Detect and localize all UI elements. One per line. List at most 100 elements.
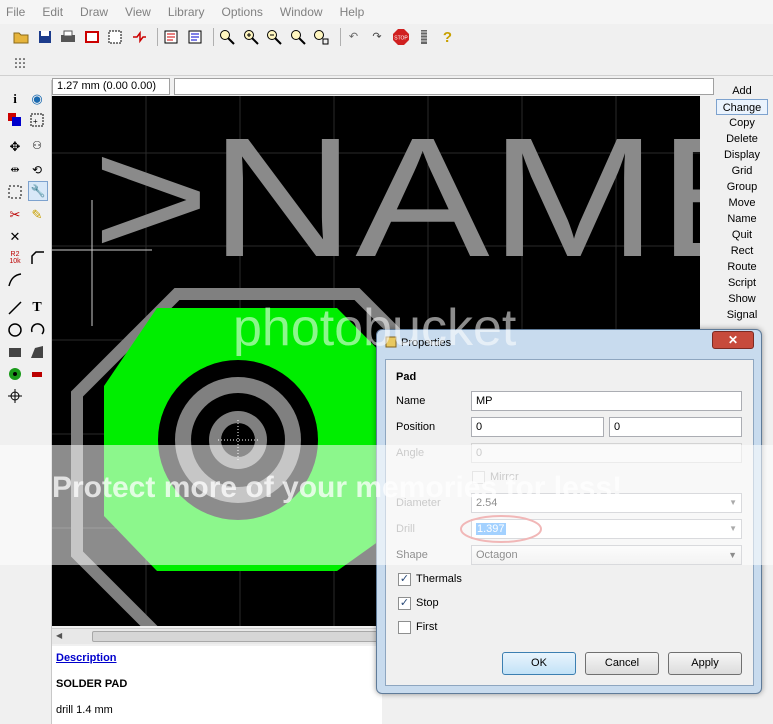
first-checkbox[interactable] (398, 621, 411, 634)
command-rect[interactable]: Rect (716, 243, 768, 259)
board-icon[interactable] (106, 28, 124, 46)
mark-icon[interactable]: + (27, 110, 47, 130)
name-label: Name (396, 395, 426, 407)
change-wrench-icon[interactable]: 🔧 (28, 181, 48, 201)
command-add[interactable]: Add (716, 83, 768, 99)
zoom-select-icon[interactable] (312, 28, 330, 46)
properties-dialog: Properties ✕ Pad Name MP Position 0 0 An… (376, 329, 762, 694)
zoom-fit-icon[interactable] (218, 28, 236, 46)
position-y-field[interactable]: 0 (609, 417, 742, 437)
main-toolbar: ↶ ↷ STOP ? (0, 24, 773, 50)
layer-icon[interactable] (5, 110, 25, 130)
menu-view[interactable]: View (125, 5, 151, 19)
menu-window[interactable]: Window (280, 5, 323, 19)
wire-icon[interactable] (5, 298, 25, 318)
text-icon[interactable]: T (27, 298, 47, 318)
zoom-redraw-icon[interactable] (289, 28, 307, 46)
polygon-icon[interactable] (27, 342, 47, 362)
cam-icon[interactable] (83, 28, 101, 46)
coordinate-display: 1.27 mm (0.00 0.00) (52, 78, 170, 95)
dialog-body: Pad Name MP Position 0 0 Angle 0 Mirror … (385, 359, 754, 686)
print-icon[interactable] (59, 28, 77, 46)
command-copy[interactable]: Copy (716, 115, 768, 131)
schematic-icon[interactable] (130, 28, 148, 46)
thermals-checkbox[interactable]: ✓ (398, 573, 411, 586)
help-icon[interactable]: ? (439, 28, 457, 46)
name-field[interactable]: MP (471, 391, 742, 411)
description-detail: drill 1.4 mm (56, 704, 113, 716)
circle-icon[interactable] (5, 320, 25, 340)
command-line-input[interactable] (174, 78, 714, 95)
command-grid[interactable]: Grid (716, 163, 768, 179)
open-icon[interactable] (12, 28, 30, 46)
zoom-out-icon[interactable] (265, 28, 283, 46)
description-link[interactable]: Description (56, 652, 378, 664)
split-icon[interactable] (5, 270, 25, 290)
redo-icon[interactable]: ↷ (368, 28, 386, 46)
menu-edit[interactable]: Edit (42, 5, 63, 19)
position-x-field[interactable]: 0 (471, 417, 604, 437)
svg-text:+: + (33, 117, 38, 126)
mirror-label: Mirror (490, 471, 519, 483)
script-icon[interactable] (162, 28, 180, 46)
command-show[interactable]: Show (716, 291, 768, 307)
rect-icon[interactable] (5, 342, 25, 362)
command-change[interactable]: Change (716, 99, 768, 115)
menu-options[interactable]: Options (222, 5, 263, 19)
mirror-icon[interactable]: ⇹ (5, 160, 25, 180)
command-group[interactable]: Group (716, 179, 768, 195)
shape-select[interactable]: Octagon ▼ (471, 545, 742, 565)
ulp-icon[interactable] (186, 28, 204, 46)
menu-library[interactable]: Library (168, 5, 205, 19)
stop-icon[interactable]: STOP (392, 28, 410, 46)
angle-field[interactable]: 0 (471, 443, 742, 463)
go-icon[interactable] (415, 28, 433, 46)
command-delete[interactable]: Delete (716, 131, 768, 147)
grid-icon[interactable] (12, 55, 30, 73)
shape-value: Octagon (476, 549, 518, 561)
delete-icon[interactable]: ✕ (5, 226, 25, 246)
apply-button[interactable]: Apply (668, 652, 742, 675)
eye-icon[interactable]: ◉ (27, 88, 47, 108)
menu-bar: File Edit Draw View Library Options Wind… (0, 0, 773, 24)
pad-icon[interactable] (5, 364, 25, 384)
dialog-titlebar: Properties (385, 334, 451, 352)
command-display[interactable]: Display (716, 147, 768, 163)
smash-icon[interactable]: R2 10k (5, 248, 25, 268)
paste-icon[interactable]: ✎ (27, 204, 47, 224)
menu-file[interactable]: File (6, 5, 25, 19)
smd-icon[interactable] (27, 364, 47, 384)
move-icon[interactable]: ✥ (5, 136, 25, 156)
info-icon[interactable]: i (5, 88, 25, 108)
command-quit[interactable]: Quit (716, 227, 768, 243)
command-script[interactable]: Script (716, 275, 768, 291)
command-move[interactable]: Move (716, 195, 768, 211)
menu-draw[interactable]: Draw (80, 5, 108, 19)
toolbar-separator (339, 28, 341, 46)
copy-icon[interactable]: ⚇ (27, 136, 47, 156)
cancel-button[interactable]: Cancel (585, 652, 659, 675)
command-signal[interactable]: Signal (716, 307, 768, 323)
description-title: SOLDER PAD (56, 678, 128, 690)
ok-button[interactable]: OK (502, 652, 576, 675)
group-icon[interactable] (5, 182, 25, 202)
command-name[interactable]: Name (716, 211, 768, 227)
pad-hole (221, 423, 255, 457)
arc-icon[interactable] (27, 320, 47, 340)
undo-icon[interactable]: ↶ (345, 28, 363, 46)
rotate-icon[interactable]: ⟲ (27, 160, 47, 180)
stop-checkbox[interactable]: ✓ (398, 597, 411, 610)
diameter-value: 2.54 (476, 497, 498, 509)
menu-help[interactable]: Help (340, 5, 365, 19)
miter-icon[interactable] (27, 248, 47, 268)
hole-icon[interactable] (5, 386, 25, 406)
command-buttons: Add Change Copy Delete Display Grid Grou… (714, 83, 773, 328)
mirror-checkbox[interactable] (472, 471, 485, 484)
dialog-title: Properties (401, 337, 452, 349)
cut-icon[interactable]: ✂ (5, 204, 25, 224)
zoom-in-icon[interactable] (242, 28, 260, 46)
save-icon[interactable] (36, 28, 54, 46)
scroll-left-icon[interactable]: ◀ (56, 631, 62, 640)
command-route[interactable]: Route (716, 259, 768, 275)
close-button[interactable]: ✕ (712, 331, 754, 349)
